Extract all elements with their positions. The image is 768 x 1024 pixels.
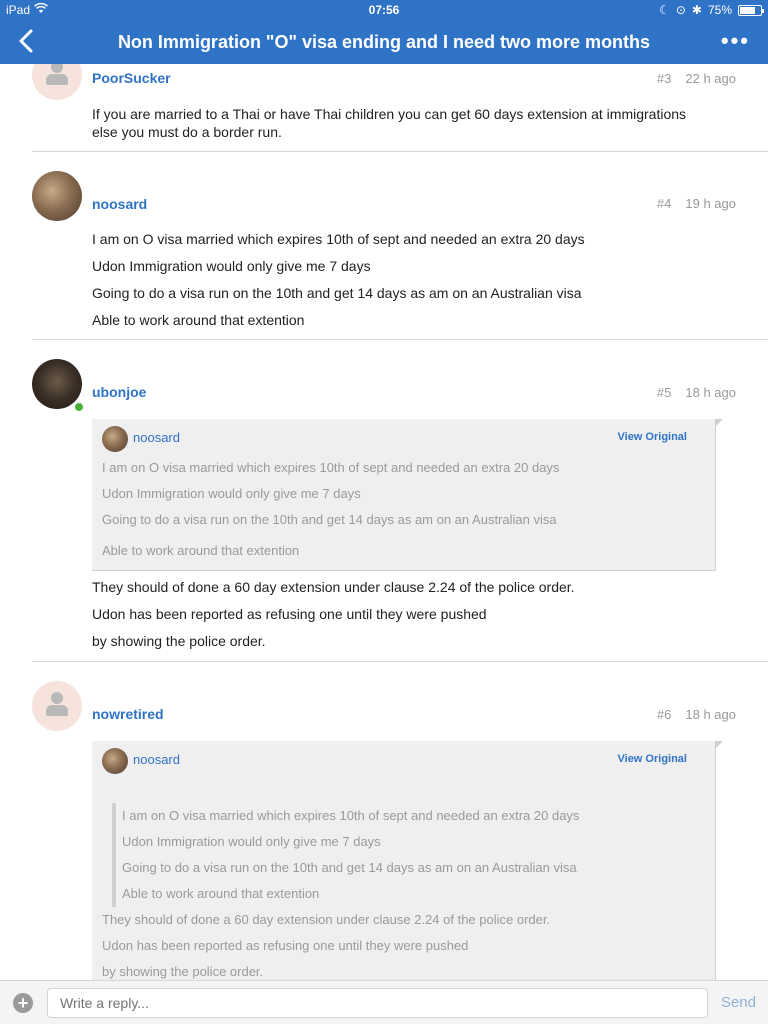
nested-quote-line: Udon Immigration would only give me 7 da… [122, 834, 381, 849]
post-text-line: by showing the police order. [92, 633, 266, 649]
top-bar: iPad 07:56 ☾ ⊙ ✱ 75% Non Immigration "O"… [0, 0, 768, 64]
post-number: #5 [656, 385, 672, 400]
back-button[interactable] [12, 26, 42, 56]
reply-input[interactable] [47, 988, 708, 1018]
post-4: noosard #4 19 h ago I am on O visa marrie… [32, 171, 768, 339]
battery-fill [740, 6, 755, 14]
post-text-line: I am on O visa married which expires 10t… [92, 231, 585, 247]
post-number: #4 [656, 196, 672, 211]
quote-text-line: I am on O visa married which expires 10t… [102, 460, 560, 475]
quote-text-line: by showing the police order. [102, 964, 264, 979]
online-status-icon [74, 402, 84, 412]
quote-author[interactable]: noosard [133, 430, 180, 445]
battery-icon [738, 4, 764, 16]
bluetooth-icon: ✱ [691, 3, 702, 17]
quote-author[interactable]: noosard [133, 752, 180, 767]
nested-quote-line: I am on O visa married which expires 10t… [122, 808, 580, 823]
post-author[interactable]: ubonjoe [92, 384, 146, 400]
user-placeholder-icon [51, 692, 63, 704]
post-author[interactable]: nowretired [92, 706, 164, 722]
quote-text-line: Udon Immigration would only give me 7 da… [102, 486, 361, 501]
post-3: PoorSucker #3 22 h ago If you are married… [32, 50, 768, 150]
view-original-link[interactable]: View Original [618, 431, 688, 443]
nested-quote-line: Able to work around that extention [122, 886, 320, 901]
post-meta: #6 18 h ago [657, 707, 736, 722]
post-meta: #4 19 h ago [657, 196, 736, 211]
post-meta: #5 18 h ago [657, 385, 736, 400]
post-author[interactable]: noosard [92, 196, 147, 212]
rotation-lock-icon: ⊙ [675, 3, 686, 17]
quote-avatar [102, 426, 128, 452]
chevron-left-icon [19, 29, 33, 53]
nav-bar: Non Immigration "O" visa ending and I ne… [0, 20, 768, 64]
add-attachment-button[interactable]: + [13, 993, 33, 1013]
post-time: 18 h ago [685, 707, 736, 722]
divider [32, 339, 768, 340]
post-author[interactable]: PoorSucker [92, 70, 171, 86]
avatar[interactable] [32, 681, 82, 731]
reply-bar: + Send [0, 980, 768, 1024]
post-time: 18 h ago [685, 385, 736, 400]
post-text-line: Udon Immigration would only give me 7 da… [92, 258, 371, 274]
battery-percent: 75% [707, 3, 732, 17]
ellipsis-icon: ••• [720, 28, 750, 53]
avatar[interactable] [32, 359, 82, 409]
post-text-line: They should of done a 60 day extension u… [92, 579, 575, 595]
divider [32, 151, 768, 152]
more-options-button[interactable]: ••• [721, 28, 750, 54]
nested-quote-line: Going to do a visa run on the 10th and g… [122, 860, 577, 875]
thread-title: Non Immigration "O" visa ending and I ne… [117, 32, 651, 52]
moon-icon: ☾ [659, 3, 670, 17]
nested-quote-bar [112, 803, 116, 907]
quote-text-line: Udon has been reported as refusing one u… [102, 938, 469, 953]
plus-icon: + [17, 993, 29, 1013]
send-button[interactable]: Send [721, 994, 756, 1011]
clock: 07:56 [368, 3, 400, 17]
quote-text-line: Going to do a visa run on the 10th and g… [102, 512, 557, 527]
post-time: 22 h ago [685, 71, 736, 86]
post-text-line: Udon has been reported as refusing one u… [92, 606, 487, 622]
quote-block: noosard View Original I am on O visa mar… [92, 419, 723, 571]
quote-text-line: They should of done a 60 day extension u… [102, 912, 551, 927]
post-text-line: If you are married to a Thai or have Tha… [92, 106, 687, 122]
post-6: nowretired #6 18 h ago [32, 681, 768, 741]
post-text-line: Going to do a visa run on the 10th and g… [92, 285, 582, 301]
quote-text-line: Able to work around that extention [102, 543, 300, 558]
post-text-line: Able to work around that extention [92, 312, 305, 328]
divider [32, 661, 768, 662]
quote-block: noosard View Original I am on O visa mar… [92, 741, 723, 980]
quote-avatar [102, 748, 128, 774]
view-original-link[interactable]: View Original [618, 753, 688, 765]
post-time: 19 h ago [685, 196, 736, 211]
post-number: #3 [656, 71, 672, 86]
post-meta: #3 22 h ago [657, 71, 736, 86]
post-number: #6 [656, 707, 672, 722]
avatar[interactable] [32, 171, 82, 221]
post-text-line: else you must do a border run. [92, 124, 282, 140]
status-bar: iPad 07:56 ☾ ⊙ ✱ 75% [0, 0, 768, 20]
